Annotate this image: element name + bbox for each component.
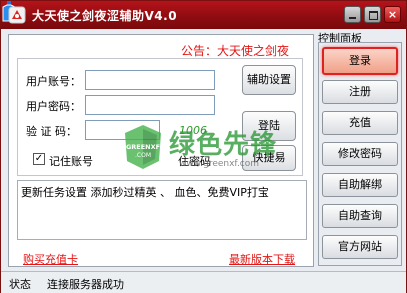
watermark-url: www.greenxf.com: [179, 159, 260, 169]
captcha-label: 验 证 码：: [26, 125, 77, 138]
status-label: 状态: [9, 278, 31, 291]
remember-account-checkbox[interactable]: ✓: [33, 153, 45, 165]
side-self-query-button[interactable]: 自助查询: [322, 204, 398, 228]
side-login-button[interactable]: 登录: [322, 47, 398, 75]
greenxf-logo-icon: GREENXF .COM: [125, 125, 161, 169]
svg-text:GREENXF: GREENXF: [126, 143, 160, 151]
svg-text:.COM: .COM: [135, 152, 151, 159]
maximize-button[interactable]: [364, 6, 381, 23]
close-button[interactable]: ×: [384, 6, 401, 23]
side-register-button[interactable]: 注册: [322, 80, 398, 104]
window-title: 大天使之剑夜涩辅助V4.0: [32, 9, 178, 23]
side-self-unbind-button[interactable]: 自助解绑: [322, 173, 398, 197]
side-official-site-button[interactable]: 官方网站: [322, 235, 398, 259]
app-logo-icon: [8, 6, 26, 24]
title-bar[interactable]: 大天使之剑夜涩辅助V4.0 ×: [1, 1, 406, 29]
side-change-password-button[interactable]: 修改密码: [322, 142, 398, 166]
username-label: 用户账号：: [26, 75, 81, 88]
news-text: 更新任务设置 添加秒过精英 、 血色、免费VIP打宝: [21, 186, 269, 199]
remember-account-label: 记住账号: [49, 155, 93, 168]
latest-version-link[interactable]: 最新版本下载: [229, 251, 295, 267]
username-input[interactable]: [85, 70, 215, 90]
password-label: 用户密码：: [26, 100, 81, 113]
settings-button[interactable]: 辅助设置: [242, 65, 296, 95]
status-bar: 状态 连接服务器成功: [1, 271, 406, 293]
watermark: GREENXF .COM 绿色先锋 www.greenxf.com: [121, 123, 301, 183]
news-box: 更新任务设置 添加秒过精英 、 血色、免费VIP打宝: [17, 180, 307, 240]
app-window: 大天使之剑夜涩辅助V4.0 × 公告：大天使之剑夜 用户账号： 用户密码： 验 …: [0, 0, 407, 293]
minimize-button[interactable]: [344, 6, 361, 23]
side-recharge-button[interactable]: 充值: [322, 111, 398, 135]
control-panel: 登录 注册 充值 修改密码 自助解绑 自助查询 官方网站: [318, 42, 402, 266]
notice-text: 公告：大天使之剑夜: [181, 44, 290, 58]
watermark-title: 绿色先锋: [169, 130, 278, 160]
password-input[interactable]: [85, 95, 215, 115]
status-text: 连接服务器成功: [47, 278, 124, 291]
buy-card-link[interactable]: 购买充值卡: [23, 251, 78, 267]
